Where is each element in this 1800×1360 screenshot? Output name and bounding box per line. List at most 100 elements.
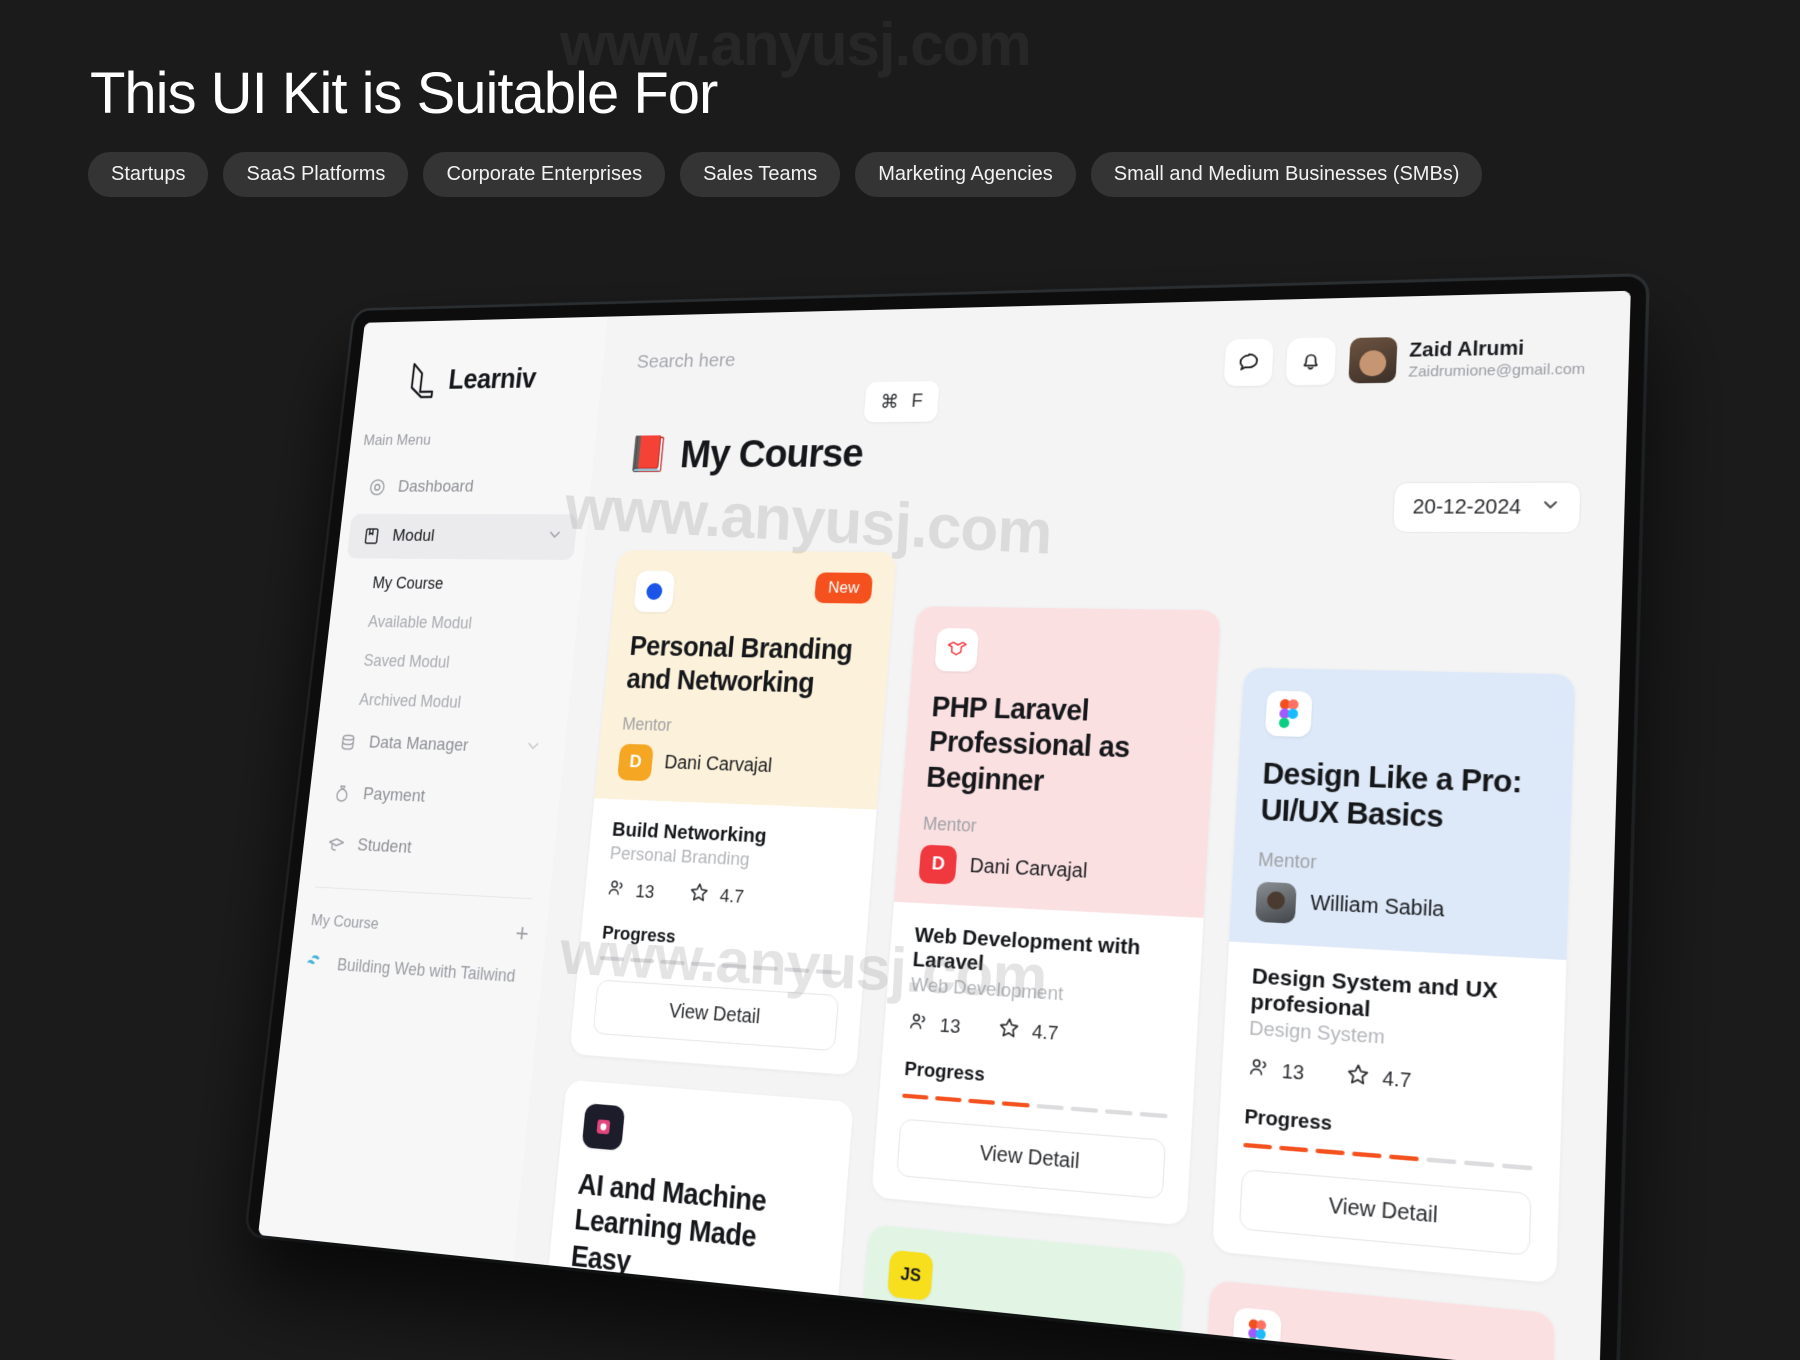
sidebar-divider [314, 886, 533, 900]
pill-marketing-agencies[interactable]: Marketing Agencies [855, 152, 1076, 197]
user-profile[interactable]: Zaid Alrumi Zaidrumione@gmail.com [1348, 333, 1586, 384]
progress-label: Progress [1243, 1105, 1333, 1136]
course-title: Personal Branding and Networking [625, 631, 854, 700]
card-header: New Personal Branding and Networking Men… [594, 550, 898, 810]
brand-name: Learniv [446, 362, 538, 395]
user-email: Zaidrumione@gmail.com [1408, 360, 1586, 381]
course-card[interactable]: Introd [1201, 1279, 1556, 1360]
mentor-name: William Sabila [1309, 891, 1445, 923]
graduation-cap-icon [325, 833, 346, 855]
top-actions: Zaid Alrumi Zaidrumione@gmail.com [1223, 332, 1587, 387]
card-header-top: JS [887, 1249, 1157, 1325]
view-detail-button[interactable]: View Detail [1238, 1168, 1532, 1256]
mentor-name: Dani Carvajal [663, 752, 773, 778]
students-stat: 13 [1246, 1055, 1305, 1089]
view-detail-button[interactable]: View Detail [896, 1118, 1166, 1200]
search-container: Search here [636, 340, 1226, 374]
mentor-label: Mentor [922, 813, 978, 836]
course-card[interactable]: New Personal Branding and Networking Men… [569, 550, 898, 1076]
user-text: Zaid Alrumi Zaidrumione@gmail.com [1408, 335, 1586, 380]
sidebar-subitem-saved-modul[interactable]: Saved Modul [323, 641, 575, 686]
course-card[interactable]: PHP Laravel Professional as Beginner Men… [871, 606, 1221, 1226]
mentor-row: D Dani Carvajal [617, 743, 859, 788]
mentor-row: D Dani Carvajal [918, 844, 1182, 896]
chevron-down-icon[interactable] [546, 526, 563, 548]
card-header: AI and Machine Learning Made Easy [545, 1079, 854, 1325]
course-card-grid: New Personal Branding and Networking Men… [534, 550, 1579, 1360]
lesson-title: Web Development with Laravel [911, 923, 1142, 976]
pill-sales-teams[interactable]: Sales Teams [680, 152, 841, 197]
topbar: Search here Zaid Alrumi Zaidrumione@gmai… [634, 332, 1587, 395]
chevron-down-icon[interactable] [524, 737, 542, 760]
sidebar-course-link[interactable]: Building Web with Tailwind [288, 941, 544, 1000]
sidebar-item-modul[interactable]: Modul [346, 513, 578, 561]
mentor-label: Mentor [1257, 848, 1317, 873]
sidebar-item-data-manager[interactable]: Data Manager [323, 719, 557, 773]
pill-saas-platforms[interactable]: SaaS Platforms [223, 152, 409, 197]
view-detail-button[interactable]: View Detail [592, 979, 840, 1051]
date-picker[interactable]: 20-12-2024 [1391, 481, 1582, 534]
course-card[interactable]: Design Like a Pro: UI/UX Basics Mentor W… [1211, 667, 1576, 1284]
dashboard-icon [367, 477, 388, 497]
students-count: 13 [634, 881, 656, 903]
card-header: Design Like a Pro: UI/UX Basics Mentor W… [1228, 667, 1576, 960]
figma-pink-icon [1231, 1306, 1282, 1360]
course-card[interactable]: JS Mastering Advanced JavaScript [852, 1224, 1185, 1360]
sidebar-item-label: Payment [362, 783, 427, 806]
laravel-icon [934, 627, 980, 672]
card-header-top [1264, 690, 1549, 744]
rating-value: 4.7 [718, 885, 745, 908]
sidebar-my-course-header: My Course + [294, 907, 548, 948]
students-stat: 13 [605, 877, 655, 907]
sidebar-item-payment[interactable]: Payment [317, 770, 551, 825]
star-icon [1344, 1060, 1371, 1095]
sidebar-item-label: Data Manager [368, 732, 470, 756]
progress-label: Progress [903, 1058, 986, 1087]
rating-stat: 4.7 [687, 880, 745, 912]
users-icon [605, 877, 627, 905]
search-input[interactable]: Search here [636, 340, 1226, 374]
course-title: AI and Machine Learning Made Easy [569, 1168, 768, 1279]
search-placeholder: Search here [635, 349, 737, 373]
blue-dot-app-icon [633, 570, 676, 613]
users-icon [1246, 1055, 1271, 1087]
learniv-logo-icon [405, 361, 440, 400]
progress-label: Progress [601, 922, 677, 948]
progress-bar [599, 955, 842, 975]
star-icon [687, 880, 711, 911]
card-body: Web Development with Laravel Web Develop… [872, 902, 1204, 1226]
page-title: This UI Kit is Suitable For [90, 61, 718, 126]
pill-startups[interactable]: Startups [88, 152, 209, 197]
sidebar-item-label: Student [356, 834, 413, 858]
chat-icon[interactable] [1223, 338, 1274, 387]
javascript-icon: JS [887, 1249, 934, 1302]
mentor-avatar: D [918, 844, 958, 885]
add-course-button[interactable]: + [514, 918, 530, 948]
chevron-down-icon [1540, 495, 1560, 520]
rating-stat: 4.7 [1344, 1060, 1412, 1098]
mentor-avatar: D [617, 743, 654, 781]
progress-bar [1242, 1142, 1533, 1171]
my-course-title: My Course [678, 430, 865, 476]
sidebar-course-link-label: Building Web with Tailwind [336, 955, 517, 986]
sidebar-item-student[interactable]: Student [311, 820, 546, 877]
brand[interactable]: Learniv [356, 358, 604, 401]
course-card[interactable]: AI and Machine Learning Made Easy [545, 1079, 854, 1325]
pill-smbs[interactable]: Small and Medium Businesses (SMBs) [1090, 152, 1483, 197]
date-row: 20-12-2024 [621, 481, 1582, 534]
pill-corporate-enterprises[interactable]: Corporate Enterprises [423, 152, 666, 197]
card-stats: 13 4.7 [605, 876, 848, 918]
sidebar-subitem-my-course[interactable]: My Course [332, 564, 583, 606]
sidebar-item-dashboard[interactable]: Dashboard [353, 464, 583, 509]
search-shortcut-badge[interactable]: ⌘ F [863, 380, 940, 423]
bell-icon[interactable] [1285, 337, 1337, 386]
money-bag-icon [331, 782, 352, 804]
book-emoji-icon: 📕 [626, 435, 671, 474]
lesson-subtitle: Web Development [910, 974, 1064, 1006]
course-title: Design Like a Pro: UI/UX Basics [1259, 757, 1523, 835]
figma-icon [1264, 690, 1313, 738]
ai-app-icon [581, 1102, 626, 1151]
sidebar-subitem-available-modul[interactable]: Available Modul [328, 602, 579, 645]
sidebar-item-label: Dashboard [397, 476, 475, 496]
students-count: 13 [1281, 1060, 1305, 1085]
